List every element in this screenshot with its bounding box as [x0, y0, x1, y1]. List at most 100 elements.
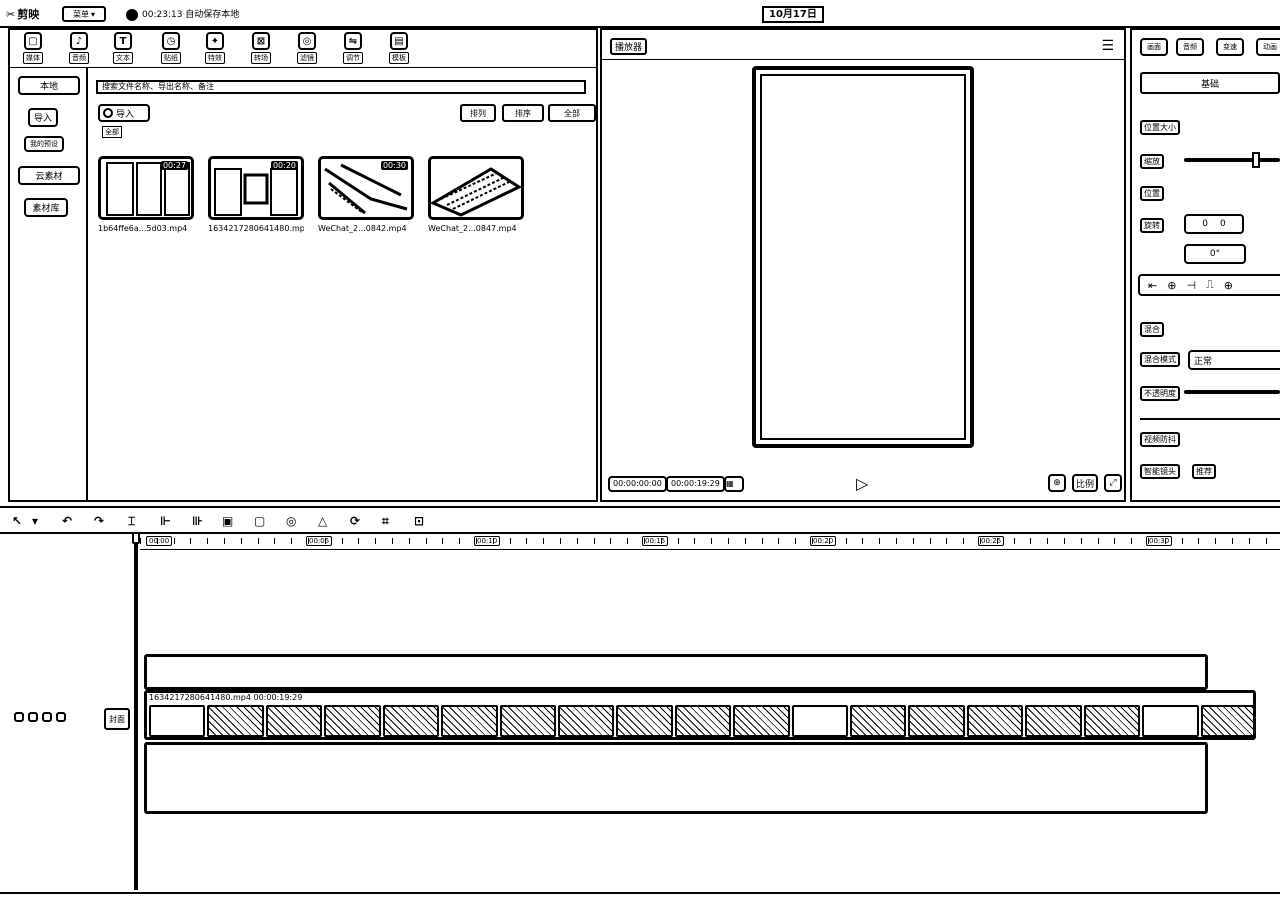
sidebar-item-library[interactable]: 素材库 — [24, 198, 68, 217]
media-search-input[interactable]: 搜索文件名称、导出名称、备注 — [96, 80, 586, 94]
filter-dropdown[interactable]: 全部 — [548, 104, 596, 122]
tab-audio[interactable]: ♪ 音频 — [62, 32, 96, 66]
split-right-icon[interactable]: ⊪ — [192, 514, 203, 528]
ruler-tick — [476, 538, 477, 544]
tab-audio-props[interactable]: 音频 — [1176, 38, 1204, 56]
playhead[interactable] — [134, 534, 138, 890]
clip-frame — [499, 705, 556, 737]
scale-slider[interactable] — [1184, 158, 1280, 162]
mirror-icon[interactable]: ⎍ — [1206, 278, 1214, 292]
ruler-tick — [576, 538, 578, 544]
flip-horizontal-icon[interactable]: ⇤ — [1148, 279, 1157, 292]
video-preview[interactable] — [752, 66, 974, 448]
ruler-tick — [140, 538, 141, 544]
project-title[interactable]: 10月17日 — [762, 6, 824, 23]
opacity-slider[interactable] — [1184, 390, 1280, 394]
media-icon: ▢ — [24, 32, 42, 50]
clip-frame — [1200, 705, 1253, 737]
total-timecode: 00:00:19:29 — [666, 476, 725, 492]
basic-tab-button[interactable]: 基础 — [1140, 72, 1280, 94]
fit-icon[interactable]: ⊡ — [414, 514, 424, 528]
transform-toolbar: ⇤ ⊕ ⊣ ⎍ ⊕ — [1138, 274, 1280, 296]
sidebar-item-import[interactable]: 导入 — [28, 108, 58, 127]
media-item[interactable]: 00:20 1634217280641480.mp4 — [208, 156, 304, 246]
tab-template[interactable]: ▤ 模板 — [382, 32, 416, 66]
position-input[interactable]: 0 0 — [1184, 214, 1244, 234]
ruler-label: 00:25 — [978, 536, 1005, 546]
split-icon[interactable]: ⌶ — [128, 514, 135, 529]
lock-track-icon[interactable] — [56, 712, 66, 722]
freeze-icon[interactable]: ▢ — [254, 514, 265, 528]
tab-transition[interactable]: ⊠ 转场 — [244, 32, 278, 66]
ruler-tick — [845, 538, 847, 544]
tab-filter[interactable]: ◎ 滤镜 — [290, 32, 324, 66]
blend-checkbox[interactable]: 混合 — [1140, 322, 1164, 337]
align-icon[interactable]: ⊣ — [1186, 279, 1196, 292]
rotate-icon[interactable]: ⊕ — [1224, 279, 1233, 292]
ruler-tick — [694, 538, 696, 544]
mirror-icon[interactable]: △ — [318, 514, 327, 528]
delete-icon[interactable]: ▣ — [222, 514, 233, 528]
sidebar-item-presets[interactable]: 我的预设 — [24, 136, 64, 152]
import-button[interactable]: 导入 — [98, 104, 150, 122]
tab-media[interactable]: ▢ 媒体 — [16, 32, 50, 66]
main-video-clip[interactable]: 1634217280641480.mp4 00:00:19:29 — [144, 690, 1256, 740]
mute-icon[interactable] — [42, 712, 52, 722]
stabilize-checkbox[interactable]: 视频防抖 — [1140, 432, 1180, 447]
playhead-handle[interactable] — [132, 532, 140, 544]
upper-track-area[interactable] — [144, 654, 1208, 690]
rotation-input[interactable]: 0° — [1184, 244, 1246, 264]
scale-slider-handle[interactable] — [1252, 152, 1260, 168]
blend-mode-select[interactable]: 正常 — [1188, 350, 1280, 370]
sort-button[interactable]: 排序 — [502, 104, 544, 122]
tab-text[interactable]: T 文本 — [106, 32, 140, 66]
lower-track-area[interactable] — [144, 742, 1208, 814]
stabilize-option[interactable]: 推荐 — [1192, 464, 1216, 479]
undo-icon[interactable]: ↶ — [62, 514, 72, 528]
menu-icon[interactable]: ☰ — [1101, 38, 1114, 54]
grid-icon[interactable]: ▦ — [724, 476, 744, 492]
chevron-down-icon[interactable]: ▾ — [32, 514, 38, 528]
ruler-tick — [190, 538, 192, 544]
select-tool-icon[interactable]: ↖ — [12, 514, 22, 528]
ruler-tick — [526, 538, 528, 544]
ruler-tick — [862, 538, 864, 544]
media-item[interactable]: 00:30 WeChat_2...0842.mp4 — [318, 156, 414, 246]
ruler-tick — [560, 538, 561, 544]
rotate-icon[interactable]: ⟳ — [350, 514, 360, 528]
timeline-ruler[interactable]: 00:00 00:05 00:10 00:15 00:20 00:25 00:3… — [140, 534, 1280, 550]
reverse-icon[interactable]: ◎ — [286, 514, 296, 528]
ratio-button[interactable]: 比例 — [1072, 474, 1098, 492]
lock-icon[interactable] — [14, 712, 24, 722]
ruler-tick — [492, 538, 494, 544]
clip-frame — [441, 705, 498, 737]
add-icon[interactable]: ⊕ — [1167, 279, 1176, 292]
tab-sticker[interactable]: ◷ 贴纸 — [154, 32, 188, 66]
sidebar-item-cloud[interactable]: 云素材 — [18, 166, 80, 185]
menu-button[interactable]: 菜单 ▾ — [62, 6, 106, 22]
tab-animation[interactable]: 动画 — [1256, 38, 1280, 56]
media-item[interactable]: WeChat_2...0847.mp4 — [428, 156, 524, 246]
crop-icon[interactable]: ⌗ — [382, 514, 389, 529]
ruler-tick — [1248, 538, 1250, 544]
clip-frame — [149, 705, 206, 737]
ruler-tick — [392, 538, 393, 544]
tab-speed[interactable]: 变速 — [1216, 38, 1244, 56]
position-label: 位置 — [1140, 186, 1164, 201]
media-item[interactable]: 00:27 1b64ffe6a...5d03.mp4 — [98, 156, 194, 246]
zoom-icon[interactable]: ⊕ — [1048, 474, 1066, 492]
ruler-tick — [425, 538, 427, 544]
sidebar-item-local[interactable]: 本地 — [18, 76, 80, 95]
fullscreen-icon[interactable]: ⤢ — [1104, 474, 1122, 492]
play-button[interactable]: ▷ — [856, 474, 868, 493]
eye-icon[interactable] — [28, 712, 38, 722]
ruler-tick — [812, 538, 813, 544]
redo-icon[interactable]: ↷ — [94, 514, 104, 528]
view-toggle-button[interactable]: 排列 — [460, 104, 496, 122]
tab-adjust[interactable]: ⇋ 调节 — [336, 32, 370, 66]
ruler-tick — [509, 538, 511, 544]
tab-effects[interactable]: ✦ 特效 — [198, 32, 232, 66]
cover-button[interactable]: 封面 — [104, 708, 130, 730]
tab-picture[interactable]: 画面 — [1140, 38, 1168, 56]
split-left-icon[interactable]: ⊩ — [160, 514, 171, 528]
